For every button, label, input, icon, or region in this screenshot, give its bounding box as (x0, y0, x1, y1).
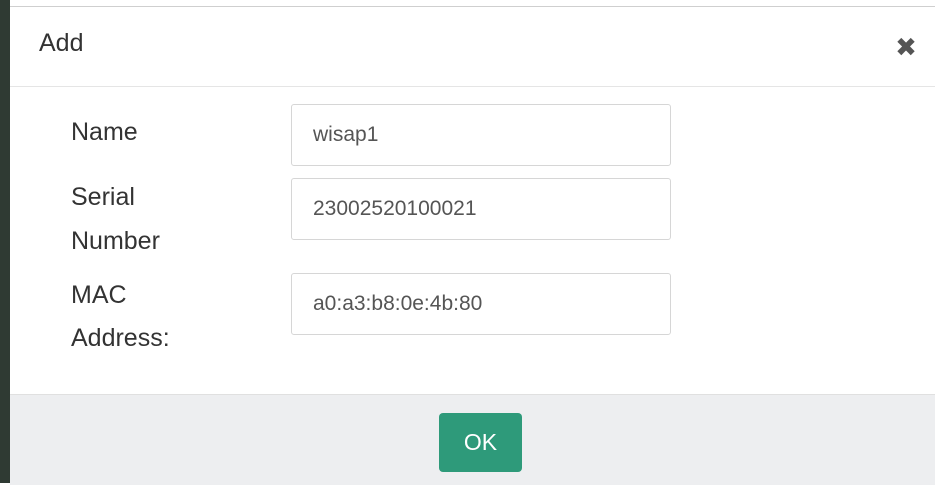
dialog-footer: OK (10, 394, 935, 485)
serial-number-label-line1: Serial (71, 183, 135, 211)
name-field[interactable] (291, 104, 671, 166)
dialog-header: Add ✖ (10, 7, 935, 87)
dialog-body: Name Serial Number MAC Address: (10, 87, 935, 394)
name-label: Name (71, 118, 138, 146)
add-dialog: Add ✖ Name Serial Number MAC Address: OK (10, 6, 935, 485)
ok-button[interactable]: OK (439, 413, 522, 472)
serial-number-field[interactable] (291, 178, 671, 240)
mac-address-label-line1: MAC (71, 281, 127, 309)
mac-address-field[interactable] (291, 273, 671, 335)
mac-address-label-line2: Address: (71, 324, 170, 352)
background-edge (0, 0, 10, 483)
close-icon[interactable]: ✖ (892, 33, 920, 61)
serial-number-label-line2: Number (71, 227, 160, 255)
dialog-title: Add (39, 29, 84, 57)
screen: Add ✖ Name Serial Number MAC Address: OK (0, 0, 935, 485)
